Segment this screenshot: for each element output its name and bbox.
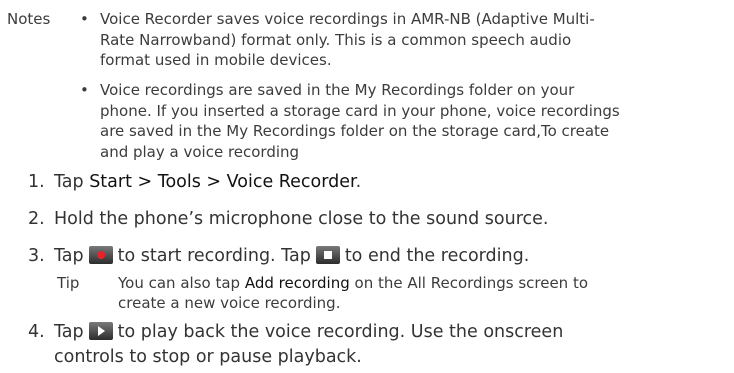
step-4-line-1: Tap to play back the voice recording. Use… (54, 320, 728, 345)
tip-text-part: You can also tap (118, 274, 245, 292)
step-text: Tap (54, 322, 84, 342)
step-text: to start recording. Tap (117, 246, 311, 266)
step-text: to play back the voice recording. Use th… (117, 322, 564, 342)
step-text: to end the recording. (344, 246, 530, 266)
step-number: 3. (28, 246, 45, 266)
tip-text-part: on the All Recordings screen to (349, 274, 589, 292)
bullet-dot: • (80, 10, 89, 28)
step-number: 2. (28, 209, 45, 229)
play-triangle (97, 326, 105, 336)
note-line: Rate Narrowband) format only. This is a … (100, 30, 572, 49)
note-line: are saved in the My Recordings folder on… (100, 122, 610, 140)
note-line: format used in mobile devices. (100, 51, 332, 69)
step-text: Tap (54, 172, 90, 192)
step-2-text: Hold the phone’s microphone close to the… (54, 209, 549, 229)
step-1-text: Tap Start > Tools > Voice Recorder. (54, 170, 728, 195)
tip-line-2: create a new voice recording. (118, 294, 341, 312)
note-text-1: Voice Recorder saves voice recordings in… (100, 9, 730, 71)
stop-square (323, 251, 332, 259)
step-number: 4. (28, 322, 45, 342)
step-4-line-2: controls to stop or pause playback. (54, 347, 362, 367)
play-icon[interactable] (88, 322, 113, 340)
tip-line-1: You can also tap Add recording on the Al… (118, 273, 727, 293)
note-line: phone. If you inserted a storage card in… (100, 101, 620, 120)
record-icon[interactable] (88, 246, 113, 264)
record-dot (96, 251, 105, 259)
bullet-dot: • (80, 81, 89, 99)
stop-icon[interactable] (315, 246, 340, 264)
menu-path: Start > Tools > Voice Recorder (89, 172, 356, 192)
note-line: and play a voice recording (100, 142, 300, 161)
step-number: 1. (28, 172, 45, 192)
step-text: . (355, 172, 362, 192)
step-4-text: Tap to play back the voice recording. Use… (54, 320, 728, 370)
tip-label: Tip (57, 274, 80, 292)
tip-bold-text: Add recording (244, 274, 350, 292)
note-line: Voice Recorder saves voice recordings in… (100, 10, 595, 28)
note-text-2: Voice recordings are saved in the My Rec… (100, 80, 730, 162)
note-line: Voice recordings are saved in the My Rec… (100, 81, 575, 99)
tip-text: You can also tap Add recording on the Al… (118, 273, 727, 313)
step-text: Tap (54, 246, 84, 266)
notes-label: Notes (7, 10, 51, 28)
step-3-text: Tap to start recording. Tap to end the rec… (54, 244, 728, 269)
